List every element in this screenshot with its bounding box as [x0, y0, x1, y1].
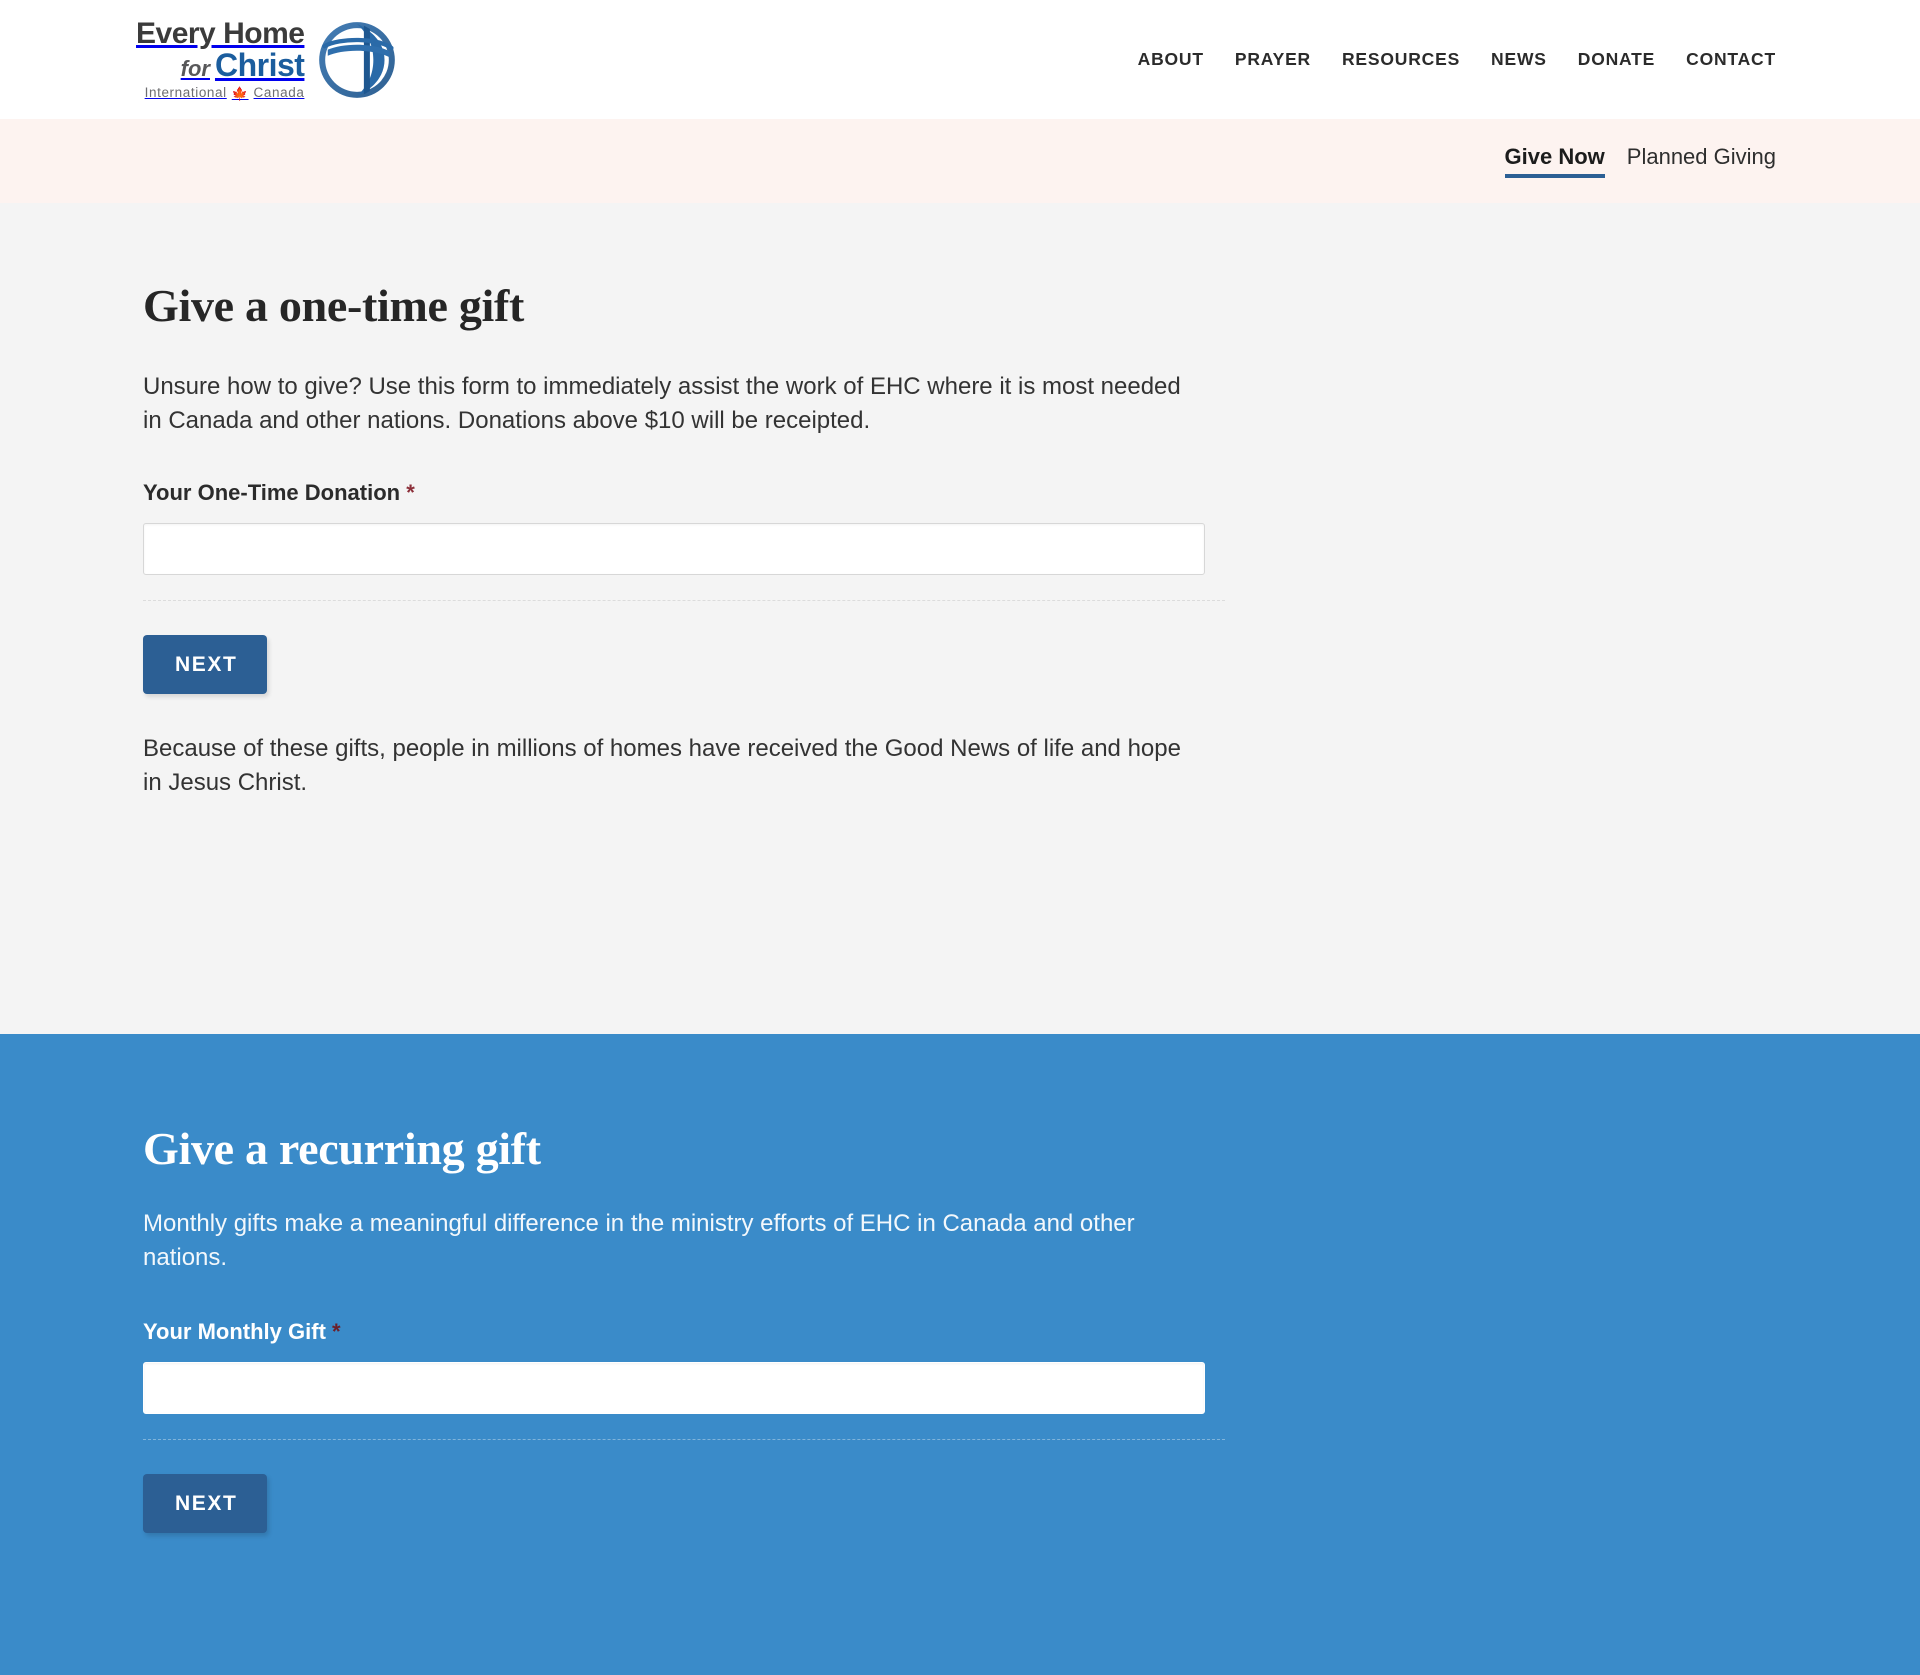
- one-time-closing-text: Because of these gifts, people in millio…: [143, 734, 1181, 796]
- site-logo[interactable]: Every Home for Christ International 🍁 Ca…: [136, 14, 400, 106]
- giving-subnav: Give Now Planned Giving: [0, 119, 1920, 203]
- logo-word-for: for: [180, 56, 210, 82]
- globe-cross-emblem-icon: [314, 17, 400, 103]
- nav-item-about[interactable]: ABOUT: [1138, 49, 1204, 70]
- tab-planned-giving[interactable]: Planned Giving: [1627, 144, 1776, 177]
- tab-give-now[interactable]: Give Now: [1504, 144, 1606, 179]
- recurring-heading: Give a recurring gift: [143, 1123, 541, 1174]
- recurring-required-marker: *: [332, 1318, 341, 1344]
- monthly-gift-input[interactable]: [143, 1361, 1205, 1414]
- nav-item-prayer[interactable]: PRAYER: [1235, 49, 1311, 70]
- nav-item-contact[interactable]: CONTACT: [1686, 49, 1776, 70]
- one-time-donation-input[interactable]: [143, 522, 1205, 575]
- logo-line-every-home: Every Home: [136, 17, 305, 51]
- maple-leaf-icon: 🍁: [231, 85, 249, 101]
- one-time-next-button[interactable]: NEXT: [143, 634, 268, 694]
- recurring-gift-section: Give a recurring gift Monthly gifts make…: [0, 1034, 1920, 1675]
- one-time-required-marker: *: [406, 479, 415, 505]
- logo-tagline: International 🍁 Canada: [145, 86, 305, 100]
- recurring-container: Give a recurring gift Monthly gifts make…: [0, 1123, 1920, 1533]
- logo-tagline-canada: Canada: [253, 85, 305, 101]
- nav-item-resources[interactable]: RESOURCES: [1342, 49, 1460, 70]
- recurring-next-button[interactable]: NEXT: [143, 1473, 268, 1533]
- recurring-content: Give a recurring gift Monthly gifts make…: [143, 1123, 1225, 1533]
- logo-tagline-international: International: [144, 85, 227, 101]
- subnav-tab-list: Give Now Planned Giving: [1504, 144, 1776, 179]
- one-time-content: Give a one-time gift Unsure how to give?…: [143, 280, 1225, 800]
- recurring-field-label-text: Your Monthly Gift: [143, 1318, 326, 1344]
- logo-word-christ: Christ: [214, 47, 305, 84]
- one-time-heading: Give a one-time gift: [143, 280, 525, 331]
- nav-item-donate[interactable]: DONATE: [1578, 49, 1655, 70]
- recurring-field-divider: [143, 1438, 1225, 1440]
- one-time-intro-text: Unsure how to give? Use this form to imm…: [143, 372, 1181, 434]
- logo-wordmark: Every Home for Christ International 🍁 Ca…: [136, 17, 305, 100]
- one-time-field-divider: [143, 599, 1225, 601]
- recurring-intro-text: Monthly gifts make a meaningful differen…: [143, 1209, 1135, 1271]
- one-time-field-label-text: Your One-Time Donation: [143, 479, 401, 505]
- logo-line-for-christ: for Christ: [181, 49, 305, 81]
- main-navigation: ABOUT PRAYER RESOURCES NEWS DONATE CONTA…: [1138, 49, 1776, 70]
- one-time-field-label: Your One-Time Donation *: [143, 480, 1205, 506]
- recurring-field-label: Your Monthly Gift *: [143, 1319, 1205, 1345]
- one-time-gift-section: Give a one-time gift Unsure how to give?…: [0, 203, 1920, 1034]
- one-time-container: Give a one-time gift Unsure how to give?…: [0, 280, 1920, 800]
- nav-item-news[interactable]: NEWS: [1491, 49, 1547, 70]
- site-header: Every Home for Christ International 🍁 Ca…: [0, 0, 1920, 119]
